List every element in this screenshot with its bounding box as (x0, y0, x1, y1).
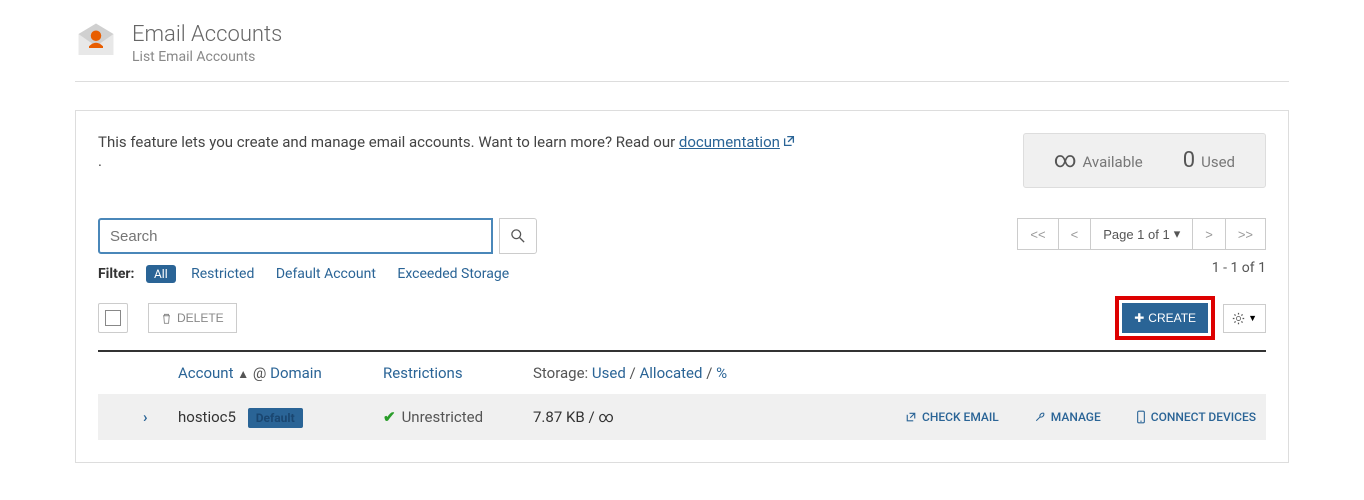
select-all-checkbox[interactable] (105, 310, 121, 326)
select-all-wrapper[interactable] (98, 303, 128, 333)
create-highlight: ✚ CREATE (1115, 296, 1215, 340)
used-count: 0 (1183, 148, 1195, 173)
restriction-value: Unrestricted (402, 408, 483, 426)
wrench-icon (1034, 411, 1046, 423)
delete-button[interactable]: DELETE (148, 303, 237, 333)
filter-exceeded-storage[interactable]: Exceeded Storage (397, 266, 509, 282)
table-header: Account ▲ @ Domain Restrictions Storage:… (98, 352, 1266, 394)
used-label: Used (1201, 153, 1235, 171)
result-count: 1 - 1 of 1 (1018, 260, 1266, 276)
pagination: << < Page 1 of 1▾ > >> (1018, 218, 1266, 250)
pager-prev[interactable]: < (1058, 218, 1092, 250)
gear-icon (1232, 312, 1245, 325)
settings-dropdown[interactable]: ▼ (1223, 304, 1266, 333)
filter-default-account[interactable]: Default Account (276, 266, 376, 282)
caret-down-icon: ▾ (1174, 226, 1181, 242)
col-used[interactable]: Used (592, 364, 626, 382)
col-domain[interactable]: Domain (270, 364, 322, 382)
storage-label: Storage: (533, 364, 588, 382)
documentation-link[interactable]: documentation (679, 133, 780, 151)
stats-box: ∞ Available 0 Used (1023, 133, 1266, 188)
external-link-icon (782, 134, 796, 152)
col-allocated[interactable]: Allocated (639, 364, 702, 382)
intro-text: This feature lets you create and manage … (98, 133, 798, 170)
col-percent[interactable]: % (716, 364, 727, 382)
intro-after: . (98, 152, 102, 170)
filter-row: Filter: All Restricted Default Account E… (98, 266, 537, 282)
create-button[interactable]: ✚ CREATE (1122, 303, 1208, 333)
col-restrictions[interactable]: Restrictions (383, 364, 533, 382)
search-button[interactable] (499, 218, 537, 254)
check-email-link[interactable]: CHECK EMAIL (905, 410, 999, 424)
storage-value: 7.87 KB / ∞ (533, 408, 813, 426)
page-subtitle: List Email Accounts (132, 49, 282, 65)
available-count: ∞ (1054, 148, 1077, 173)
table-row: › hostioc5 Default ✔ Unrestricted 7.87 KB… (98, 394, 1266, 440)
pager-last[interactable]: >> (1225, 218, 1266, 250)
filter-label: Filter: (98, 266, 134, 282)
pager-next[interactable]: > (1192, 218, 1226, 250)
plus-icon: ✚ (1134, 311, 1144, 325)
check-icon: ✔ (383, 408, 396, 426)
device-icon (1136, 410, 1146, 424)
connect-devices-link[interactable]: CONNECT DEVICES (1136, 410, 1256, 424)
default-badge: Default (248, 408, 303, 428)
email-envelope-icon (75, 20, 117, 66)
page-title: Email Accounts (132, 22, 282, 47)
pager-info[interactable]: Page 1 of 1▾ (1090, 218, 1193, 250)
trash-icon (161, 313, 172, 324)
available-label: Available (1083, 153, 1143, 171)
at-symbol: @ (253, 364, 266, 382)
external-link-icon (905, 411, 917, 423)
col-account[interactable]: Account (178, 364, 234, 382)
filter-restricted[interactable]: Restricted (191, 266, 254, 282)
sort-asc-icon: ▲ (237, 367, 249, 381)
pager-first[interactable]: << (1017, 218, 1058, 250)
intro-before: This feature lets you create and manage … (98, 133, 679, 151)
search-icon (511, 229, 525, 243)
search-input[interactable] (98, 218, 493, 254)
expand-row-icon[interactable]: › (143, 408, 148, 426)
manage-link[interactable]: MANAGE (1034, 410, 1101, 424)
main-panel: This feature lets you create and manage … (75, 110, 1289, 463)
filter-all[interactable]: All (146, 265, 176, 283)
caret-down-icon: ▼ (1248, 313, 1257, 323)
account-name: hostioc5 (178, 408, 236, 426)
page-header: Email Accounts List Email Accounts (75, 20, 1289, 82)
